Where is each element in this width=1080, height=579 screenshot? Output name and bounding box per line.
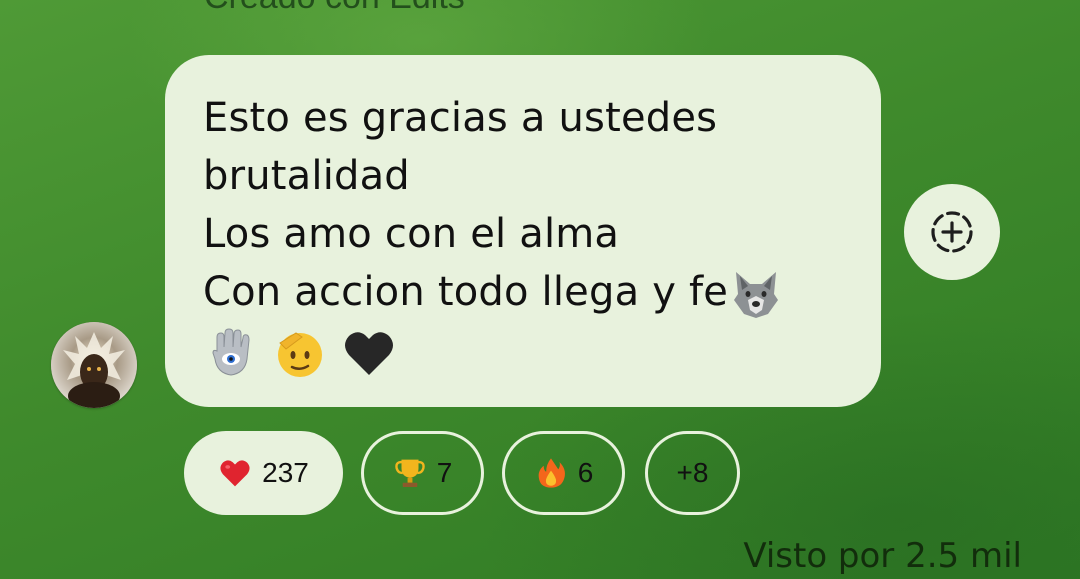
message-line: Los amo con el alma (203, 211, 620, 257)
black-heart-icon (341, 325, 397, 381)
message-line: Con accion todo llega y fe (203, 269, 729, 315)
message-line: brutalidad (203, 153, 410, 199)
hamsa-hand-icon (203, 325, 259, 381)
wolf-face-icon (728, 266, 784, 322)
reaction-count: 7 (436, 457, 453, 488)
more-reactions-chip[interactable]: +8 (645, 431, 740, 515)
add-reaction-button[interactable] (904, 184, 1000, 280)
message-line-with-emoji: Con accion todo llega y fe (203, 263, 843, 322)
more-reactions-count: +8 (676, 457, 709, 488)
reaction-chip-heart[interactable]: 237 (184, 431, 343, 515)
message-bubble[interactable]: Esto es gracias a ustedes brutalidad Los… (165, 55, 881, 407)
message-emoji-line (203, 322, 843, 381)
trophy-icon (393, 456, 427, 490)
reaction-chip-trophy[interactable]: 7 (361, 431, 484, 515)
message-line: Esto es gracias a ustedes (203, 95, 718, 141)
fire-icon (534, 456, 568, 490)
previous-message-caption: Creado con Edits (204, 0, 465, 17)
reaction-chip-fire[interactable]: 6 (502, 431, 625, 515)
avatar-image (51, 322, 137, 408)
red-heart-icon (218, 456, 252, 490)
reaction-count: 237 (262, 457, 309, 488)
saluting-face-icon (272, 325, 328, 381)
sender-avatar[interactable] (51, 322, 137, 408)
message-text: Esto es gracias a ustedes brutalidad Los… (203, 89, 843, 381)
seen-by-label[interactable]: Visto por 2.5 mil (743, 536, 1022, 576)
reaction-count: 6 (577, 457, 594, 488)
dashed-circle-plus-icon (931, 211, 973, 253)
